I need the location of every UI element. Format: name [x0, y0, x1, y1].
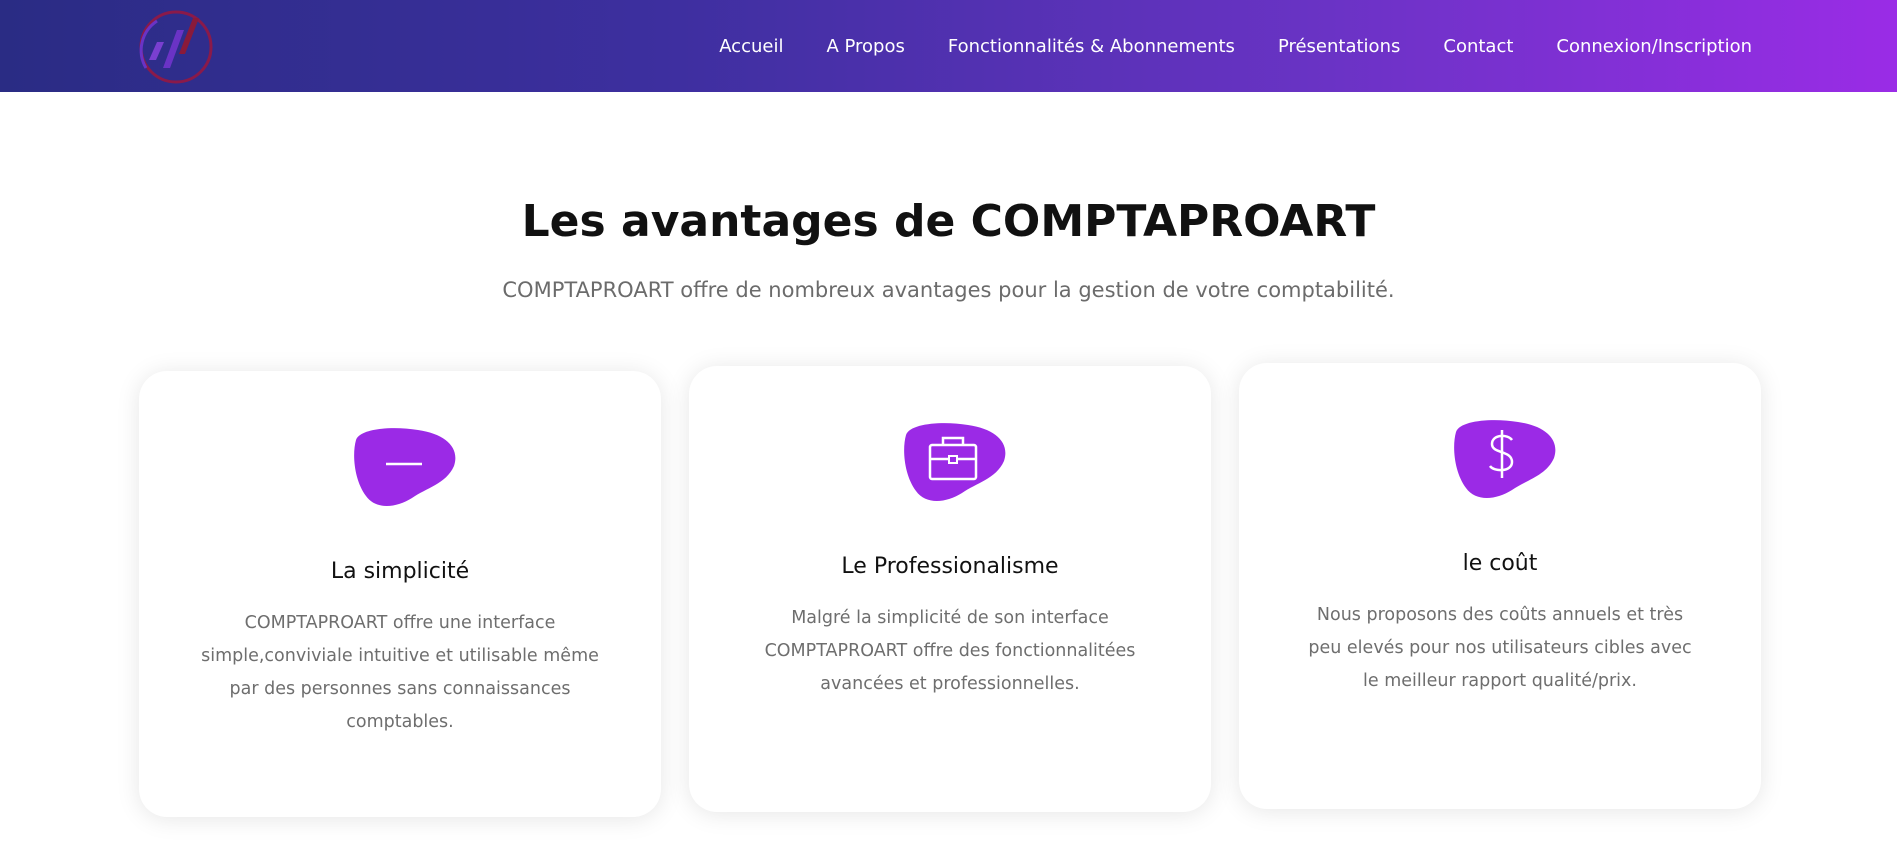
feature-card-cout: le coût Nous proposons des coûts annuels…: [1239, 363, 1761, 809]
card-title: le coût: [1462, 551, 1538, 576]
dash-icon: [350, 426, 458, 510]
section-subtitle: COMPTAPROART offre de nombreux avantages…: [502, 278, 1395, 302]
nav-link-presentations[interactable]: Présentations: [1278, 36, 1400, 57]
feature-card-simplicite: La simplicité COMPTAPROART offre une int…: [139, 371, 661, 817]
nav-link-a-propos[interactable]: A Propos: [826, 36, 904, 57]
card-title: La simplicité: [330, 559, 470, 584]
card-description: Nous proposons des coûts annuels et très…: [1308, 605, 1692, 691]
feature-card-professionalisme: Le Professionalisme Malgré la simplicité…: [689, 366, 1211, 812]
dollar-icon: [1450, 418, 1558, 502]
card-description: COMPTAPROART offre une interface simple,…: [201, 613, 599, 732]
nav-link-connexion[interactable]: Connexion/Inscription: [1556, 36, 1752, 57]
card-title: Le Professionalisme: [841, 554, 1059, 579]
briefcase-icon: [900, 421, 1008, 505]
navbar: Accueil A Propos Fonctionnalités & Abonn…: [0, 0, 1897, 92]
nav-link-accueil[interactable]: Accueil: [719, 36, 783, 57]
section-title: Les avantages de COMPTAPROART: [521, 196, 1376, 247]
card-description: Malgré la simplicité de son interface CO…: [764, 608, 1136, 694]
chart-logo-icon[interactable]: [137, 8, 215, 86]
main-navigation: Accueil A Propos Fonctionnalités & Abonn…: [676, 0, 1752, 92]
nav-link-contact[interactable]: Contact: [1443, 36, 1513, 57]
nav-link-fonctionnalites[interactable]: Fonctionnalités & Abonnements: [948, 36, 1235, 57]
